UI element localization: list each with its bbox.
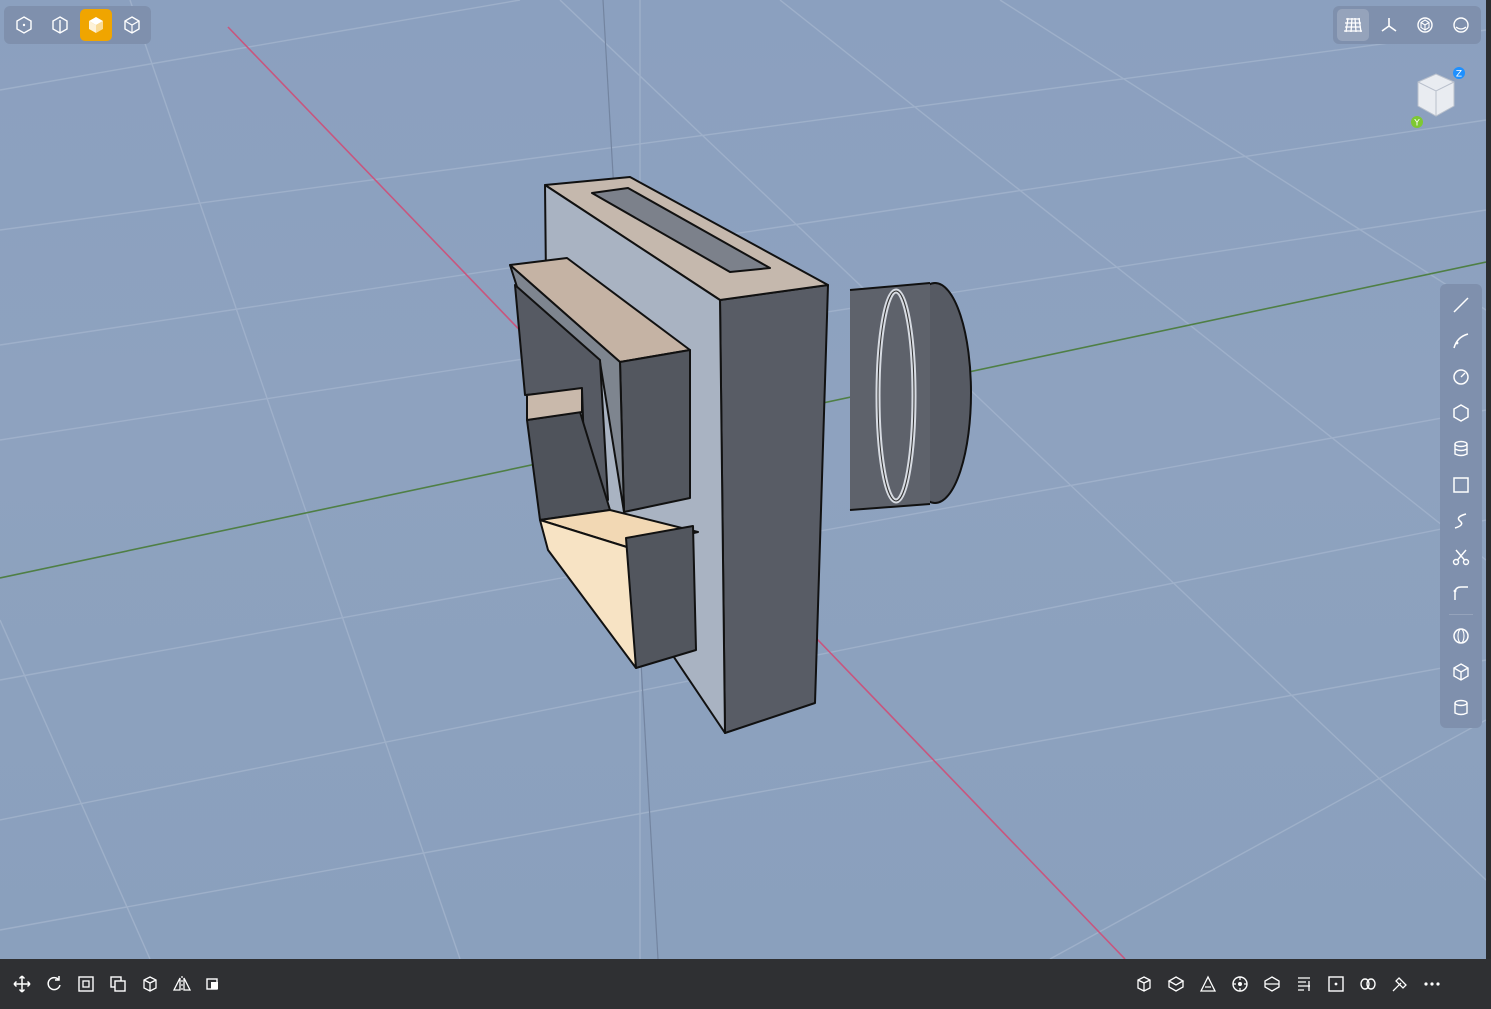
toolbar-separator <box>1449 614 1473 615</box>
wireframe-cube-icon <box>16 16 32 34</box>
orientation-gizmo[interactable]: Z Y <box>1404 64 1474 134</box>
shaded-edges-cube-icon <box>52 16 68 34</box>
shaded-view-button[interactable] <box>80 9 112 41</box>
circle-tool-button[interactable] <box>1444 360 1478 394</box>
align-icon <box>1298 977 1310 991</box>
mirror-tool-button[interactable] <box>166 967 198 1001</box>
measure-tool-button[interactable] <box>1384 967 1416 1001</box>
cube-icon <box>1453 663 1469 681</box>
add-box-button[interactable] <box>1128 967 1160 1001</box>
orbit-icon <box>1453 17 1469 33</box>
fillet-icon <box>1453 586 1468 600</box>
arc-icon <box>1453 333 1469 349</box>
shell-icon <box>1167 976 1185 992</box>
scene-canvas[interactable] <box>0 0 1486 959</box>
trim-tool-button[interactable] <box>1444 540 1478 574</box>
slice-icon <box>1264 976 1280 992</box>
move-tool-button[interactable] <box>6 967 38 1001</box>
cube-primitive-button[interactable] <box>1444 655 1478 689</box>
boolean-tool-button[interactable] <box>198 967 230 1001</box>
chamfer-icon <box>1199 975 1217 992</box>
camera-housing-model[interactable] <box>509 176 972 734</box>
scale-tool-button[interactable] <box>70 967 102 1001</box>
move-icon <box>13 975 31 993</box>
target-icon <box>1232 976 1248 992</box>
more-icon <box>1424 982 1440 986</box>
axes-icon <box>1381 18 1397 32</box>
view-mode-toolbar <box>4 6 151 44</box>
arc-tool-button[interactable] <box>1444 324 1478 358</box>
layers-icon <box>1454 440 1468 457</box>
toggle-bounds-button[interactable] <box>1409 9 1441 41</box>
extrude-tool-button[interactable] <box>134 967 166 1001</box>
shell-tool-button[interactable] <box>1160 967 1192 1001</box>
3d-viewport[interactable]: Z Y <box>0 0 1486 959</box>
mirror-icon <box>172 976 192 992</box>
toggle-axes-button[interactable] <box>1373 9 1405 41</box>
polygon-icon <box>1453 404 1469 422</box>
toggle-grid-button[interactable] <box>1337 9 1369 41</box>
shaded-edges-view-button[interactable] <box>44 9 76 41</box>
scale-icon <box>78 976 94 992</box>
spline-tool-button[interactable] <box>1444 504 1478 538</box>
orbit-mode-button[interactable] <box>1445 9 1477 41</box>
duplicate-tool-button[interactable] <box>102 967 134 1001</box>
measure-icon <box>1392 977 1407 992</box>
circle-icon <box>1453 369 1469 385</box>
boolean-icon <box>206 978 218 990</box>
xray-view-button[interactable] <box>116 9 148 41</box>
align-tool-button[interactable] <box>1288 967 1320 1001</box>
gizmo-z-label: Z <box>1456 70 1462 80</box>
xray-cube-icon <box>124 16 140 34</box>
sphere-primitive-button[interactable] <box>1444 619 1478 653</box>
frame-selection-button[interactable] <box>1320 967 1352 1001</box>
box-add-icon <box>1137 976 1151 992</box>
extrude-icon <box>143 976 157 992</box>
cylinder-icon <box>1454 699 1468 716</box>
snap-target-button[interactable] <box>1224 967 1256 1001</box>
transform-tools <box>6 959 230 1009</box>
scissors-icon <box>1452 549 1470 566</box>
loft-tool-button[interactable] <box>1352 967 1384 1001</box>
spline-icon <box>1454 513 1467 529</box>
sketch-toolbar <box>1440 284 1482 728</box>
sphere-cube-icon <box>1417 17 1433 33</box>
chamfer-tool-button[interactable] <box>1192 967 1224 1001</box>
line-icon <box>1453 297 1469 313</box>
slice-tool-button[interactable] <box>1256 967 1288 1001</box>
rotate-icon <box>47 976 61 991</box>
line-tool-button[interactable] <box>1444 288 1478 322</box>
sphere-icon <box>1453 628 1469 644</box>
display-toolbar <box>1333 6 1481 44</box>
bottom-toolbar <box>0 959 1491 1009</box>
cylinder-primitive-button[interactable] <box>1444 691 1478 725</box>
frame-icon <box>1328 976 1344 992</box>
more-options-button[interactable] <box>1416 967 1448 1001</box>
wireframe-view-button[interactable] <box>8 9 40 41</box>
shaded-cube-icon <box>89 17 103 33</box>
loft-icon <box>1360 978 1376 990</box>
copy-icon <box>110 976 126 992</box>
rectangle-tool-button[interactable] <box>1444 468 1478 502</box>
gizmo-y-label: Y <box>1413 119 1420 129</box>
layers-tool-button[interactable] <box>1444 432 1478 466</box>
rectangle-icon <box>1453 477 1469 493</box>
grid-icon <box>1344 17 1362 33</box>
rotate-tool-button[interactable] <box>38 967 70 1001</box>
modeling-tools <box>1128 959 1448 1009</box>
window-border <box>1486 0 1491 959</box>
fillet-tool-button[interactable] <box>1444 576 1478 610</box>
polygon-tool-button[interactable] <box>1444 396 1478 430</box>
